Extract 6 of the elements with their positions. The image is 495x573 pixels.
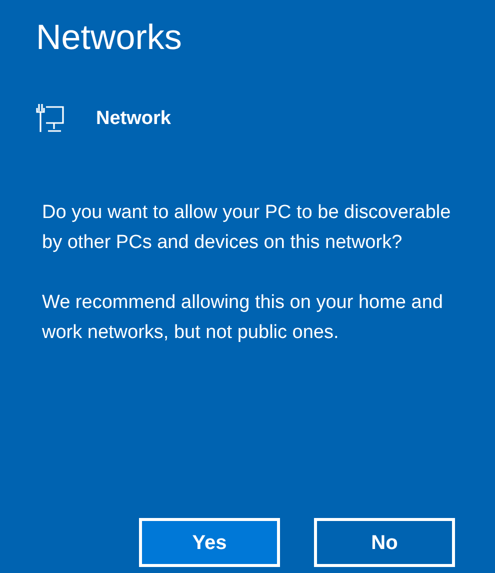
dialog-button[interactable]: No	[314, 518, 455, 567]
message-text: Do you want to allow your PC to be discoverable by other PCs and devices on this network?	[42, 201, 452, 255]
dialog-button[interactable]: Yes	[139, 518, 280, 567]
network-name: Network	[96, 106, 171, 131]
window-title: Networks	[36, 17, 183, 59]
message-text: We recommend allowing this on your home and work networks, but not public ones.	[42, 291, 444, 345]
